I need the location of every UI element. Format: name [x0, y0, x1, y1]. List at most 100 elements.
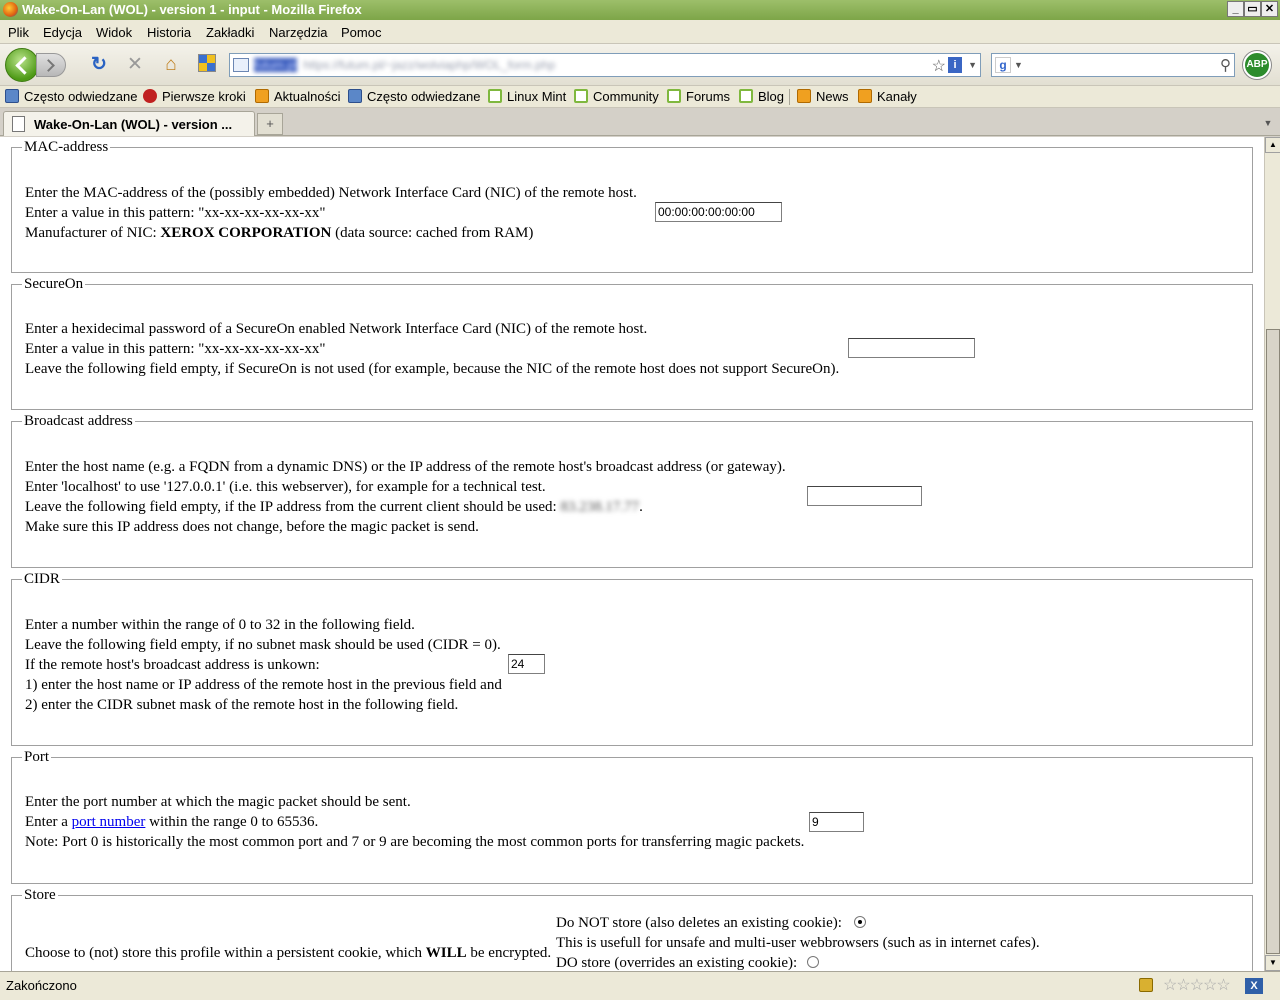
search-icon[interactable]: ⚲ — [1220, 56, 1231, 74]
firefox-icon — [143, 89, 157, 103]
rss-icon — [255, 89, 269, 103]
home-icon[interactable]: ⌂ — [160, 54, 182, 76]
bookmark-item[interactable]: Pierwsze kroki — [143, 89, 246, 104]
folder-icon — [5, 89, 19, 103]
mac-legend: MAC-address — [22, 138, 111, 156]
menu-edycja[interactable]: Edycja — [43, 25, 82, 40]
mac-line1: Enter the MAC-address of the (possibly e… — [25, 185, 637, 201]
store-yes-radio[interactable] — [807, 956, 819, 968]
navigation-toolbar: ↻ ✕ ⌂ futum.pl https://futum.pl/~jazz/wo… — [0, 44, 1280, 86]
rss-icon — [797, 89, 811, 103]
secureon-line3: Leave the following field empty, if Secu… — [25, 361, 840, 377]
scroll-thumb[interactable] — [1266, 329, 1280, 954]
broadcast-line2: Enter 'localhost' to use '127.0.0.1' (i.… — [25, 479, 546, 495]
port-input[interactable] — [809, 812, 864, 832]
cidr-line1: Enter a number within the range of 0 to … — [25, 617, 415, 633]
firefox-icon — [3, 2, 18, 17]
new-tab-button[interactable]: + — [257, 113, 283, 135]
secureon-input[interactable] — [848, 338, 975, 358]
close-button[interactable]: ✕ — [1261, 1, 1278, 17]
tab-list-dropdown-icon[interactable]: ▼ — [1260, 114, 1276, 132]
back-button[interactable] — [5, 48, 39, 82]
broadcast-input[interactable] — [807, 486, 922, 506]
mint-icon — [667, 89, 681, 103]
lock-icon[interactable] — [1139, 978, 1153, 992]
tab-label: Wake-On-Lan (WOL) - version ... — [34, 117, 233, 132]
menu-pomoc[interactable]: Pomoc — [341, 25, 381, 40]
store-no-radio[interactable] — [854, 916, 866, 928]
bookmark-star-icon[interactable]: ☆ — [932, 56, 946, 76]
bookmark-item[interactable]: Community — [574, 89, 659, 104]
cidr-input[interactable] — [508, 654, 545, 674]
cidr-section: CIDR Enter a number within the range of … — [11, 570, 1253, 746]
cidr-line4: 1) enter the host name or IP address of … — [25, 677, 502, 693]
adblock-plus-button[interactable]: ABP — [1243, 51, 1271, 79]
secureon-legend: SecureOn — [22, 275, 86, 293]
store-description: Choose to (not) store this profile withi… — [25, 945, 552, 961]
mac-line3: Manufacturer of NIC: XEROX CORPORATION (… — [25, 225, 534, 241]
apps-grid-icon[interactable] — [196, 54, 218, 76]
tab-wol[interactable]: Wake-On-Lan (WOL) - version ... — [3, 111, 255, 136]
url-text: futum.pl https://futum.pl/~jazz/wolviaph… — [254, 58, 556, 72]
site-identity-icon[interactable] — [233, 58, 249, 72]
broadcast-legend: Broadcast address — [22, 412, 135, 430]
broadcast-line1: Enter the host name (e.g. a FQDN from a … — [25, 459, 786, 475]
cidr-line2: Leave the following field empty, if no s… — [25, 637, 501, 653]
search-engine-dropdown-icon[interactable]: ▼ — [1014, 60, 1023, 70]
rating-stars-icon[interactable]: ☆☆☆☆☆ — [1163, 975, 1231, 995]
vertical-scrollbar[interactable]: ▲ ▼ — [1264, 137, 1280, 971]
menu-zakladki[interactable]: Zakładki — [206, 25, 254, 40]
cidr-line5: 2) enter the CIDR subnet mask of the rem… — [25, 697, 459, 713]
store-section: Store Choose to (not) store this profile… — [11, 886, 1253, 971]
port-section: Port Enter the port number at which the … — [11, 748, 1253, 884]
client-ip: 83.238.17.77 — [560, 499, 640, 515]
folder-icon — [348, 89, 362, 103]
bookmark-item[interactable]: Aktualności — [255, 89, 340, 104]
bookmark-item[interactable]: Linux Mint — [488, 89, 566, 104]
bookmark-item[interactable]: News — [797, 89, 849, 104]
window-title-bar: Wake-On-Lan (WOL) - version 1 - input - … — [0, 0, 1280, 20]
menu-narzedzia[interactable]: Narzędzia — [269, 25, 328, 40]
store-option-yes-label: DO store (overrides an existing cookie): — [556, 955, 798, 971]
store-legend: Store — [22, 886, 58, 904]
page-info-icon[interactable]: i — [948, 57, 962, 73]
document-icon — [12, 116, 25, 132]
broadcast-line4: Make sure this IP address does not chang… — [25, 519, 479, 535]
menu-widok[interactable]: Widok — [96, 25, 132, 40]
bookmark-item[interactable]: Kanały — [858, 89, 917, 104]
bookmark-item[interactable]: Często odwiedzane — [348, 89, 480, 104]
mac-line2: Enter a value in this pattern: "xx-xx-xx… — [25, 205, 326, 221]
cidr-line3: If the remote host's broadcast address i… — [25, 657, 320, 673]
minimize-button[interactable]: _ — [1227, 1, 1244, 17]
xmarks-icon[interactable]: X — [1245, 978, 1263, 994]
status-bar: Zakończono ☆☆☆☆☆ X — [0, 971, 1280, 1000]
bookmark-item[interactable]: Blog — [739, 89, 784, 104]
port-number-link[interactable]: port number — [72, 814, 146, 830]
url-dropdown-icon[interactable]: ▼ — [968, 60, 977, 70]
reload-icon[interactable]: ↻ — [88, 54, 110, 76]
secureon-line2: Enter a value in this pattern: "xx-xx-xx… — [25, 341, 326, 357]
search-bar[interactable]: g ▼ ⚲ — [991, 53, 1235, 77]
scroll-up-icon[interactable]: ▲ — [1265, 137, 1280, 153]
port-line1: Enter the port number at which the magic… — [25, 794, 411, 810]
tab-bar: Wake-On-Lan (WOL) - version ... + ▼ — [0, 108, 1280, 136]
store-option-no-note: This is usefull for unsafe and multi-use… — [556, 935, 1040, 951]
mint-icon — [574, 89, 588, 103]
broadcast-line3: Leave the following field empty, if the … — [25, 499, 643, 515]
maximize-button[interactable]: ▭ — [1244, 1, 1261, 17]
google-icon[interactable]: g — [995, 57, 1011, 73]
bookmark-separator — [789, 89, 790, 105]
bookmark-item[interactable]: Forums — [667, 89, 730, 104]
bookmark-item[interactable]: Często odwiedzane — [5, 89, 137, 104]
broadcast-section: Broadcast address Enter the host name (e… — [11, 412, 1253, 568]
menu-historia[interactable]: Historia — [147, 25, 191, 40]
secureon-line1: Enter a hexidecimal password of a Secure… — [25, 321, 648, 337]
scroll-down-icon[interactable]: ▼ — [1265, 955, 1280, 971]
bookmarks-toolbar: Często odwiedzane Pierwsze kroki Aktualn… — [0, 86, 1280, 108]
url-bar[interactable]: futum.pl https://futum.pl/~jazz/wolviaph… — [229, 53, 981, 77]
menu-plik[interactable]: Plik — [8, 25, 29, 40]
mac-address-input[interactable] — [655, 202, 782, 222]
port-line3: Note: Port 0 is historically the most co… — [25, 834, 805, 850]
forward-button[interactable] — [36, 53, 66, 77]
stop-icon[interactable]: ✕ — [124, 54, 146, 76]
